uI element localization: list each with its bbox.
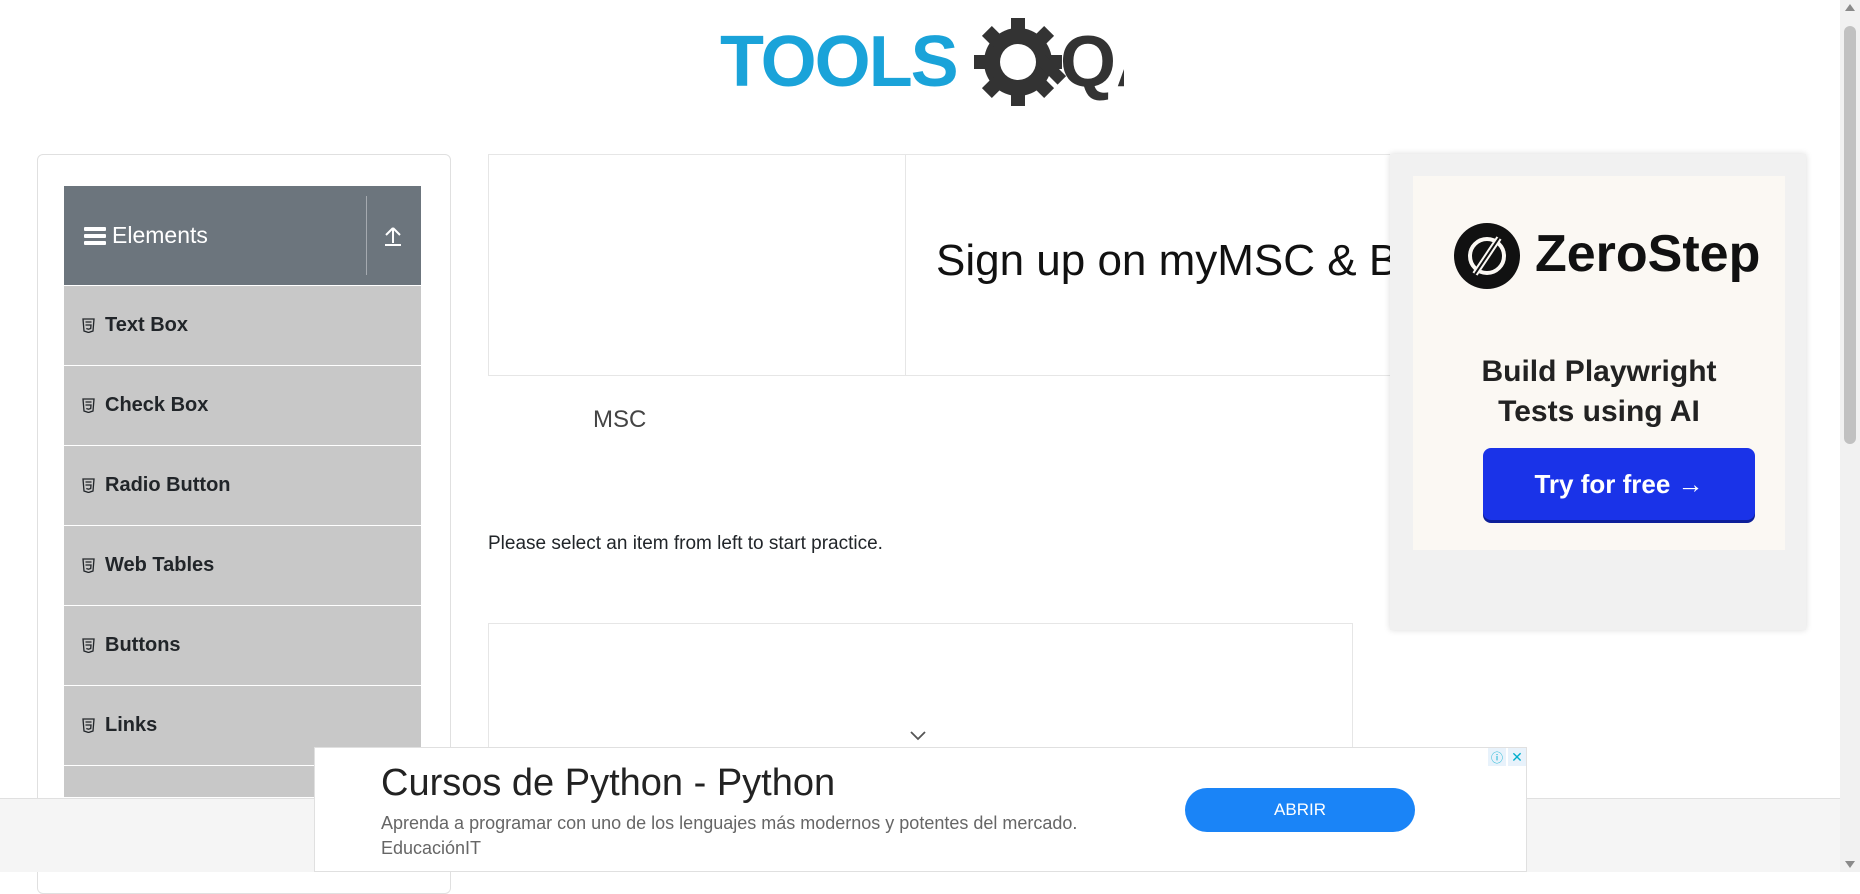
elements-group-header[interactable]: Elements (64, 186, 421, 285)
sidebar-item-web-tables[interactable]: Web Tables (64, 525, 421, 605)
ad-tagline-line2: Tests using AI (1498, 395, 1700, 428)
abrir-button[interactable]: ABRIR (1185, 788, 1415, 832)
scroll-down-icon[interactable] (1845, 861, 1855, 868)
promo-title: Sign up on myMSC & B (936, 236, 1399, 285)
logo-text-primary: TOOLS (720, 22, 957, 102)
logo-text-secondary: QA (1060, 22, 1124, 102)
python-course-ad[interactable]: Cursos de Python - Python Aprenda a prog… (314, 747, 1527, 872)
html5-icon (82, 478, 95, 493)
sidebar-item-label: Buttons (105, 634, 181, 656)
ad-description: Aprenda a programar con uno de los lengu… (381, 813, 1078, 858)
promo-brand: MSC (593, 406, 647, 433)
ad-close-icon[interactable]: ✕ (1508, 748, 1526, 766)
sidebar-item-check-box[interactable]: Check Box (64, 365, 421, 445)
sidebar-item-label: Radio Button (105, 474, 231, 496)
gear-magnifier-icon (974, 18, 1067, 106)
try-for-free-button[interactable]: Try for free → (1483, 448, 1755, 520)
zerostep-ad[interactable]: ZeroStep Build Playwright Tests using AI… (1390, 154, 1806, 630)
ad-info-icon[interactable]: ⓘ (1488, 748, 1506, 766)
instruction-text: Please select an item from left to start… (488, 533, 883, 554)
header-divider (366, 196, 367, 275)
promo-image (488, 154, 906, 376)
html5-icon (82, 718, 95, 733)
html5-icon (82, 638, 95, 653)
elements-menu-list: Text Box Check Box Radio Button Web Tabl… (64, 285, 421, 797)
group-title: Elements (112, 222, 208, 248)
sidebar-item-buttons[interactable]: Buttons (64, 605, 421, 685)
html5-icon (82, 318, 95, 333)
page-scrollbar[interactable] (1840, 0, 1860, 872)
html5-icon (82, 558, 95, 573)
sidebar-item-label: Web Tables (105, 554, 215, 576)
zerostep-logo-icon (1454, 223, 1520, 289)
ad-headline[interactable]: Cursos de Python - Python (381, 762, 835, 805)
ad-inner-panel: ZeroStep Build Playwright Tests using AI… (1413, 176, 1785, 550)
logo-graphic: TOOLS QA (720, 18, 1168, 106)
scroll-up-icon[interactable] (1845, 4, 1855, 11)
sidebar-item-text-box[interactable]: Text Box (64, 285, 421, 365)
chevron-down-icon[interactable] (908, 728, 928, 742)
ad-tagline-line1: Build Playwright (1481, 355, 1717, 388)
sidebar-item-label: Text Box (105, 314, 188, 336)
ad-tagline: Build Playwright Tests using AI (1413, 352, 1785, 432)
html5-icon (82, 398, 95, 413)
ad-brand: ZeroStep (1535, 225, 1761, 283)
toolsqa-logo[interactable]: TOOLS QA (720, 18, 1168, 118)
sidebar-item-label: Check Box (105, 394, 209, 416)
sidebar-item-radio-button[interactable]: Radio Button (64, 445, 421, 525)
collapse-arrow-icon[interactable] (382, 224, 404, 248)
scroll-thumb[interactable] (1844, 26, 1856, 444)
sidebar-item-label: Links (105, 714, 158, 736)
hamburger-icon (84, 226, 106, 245)
